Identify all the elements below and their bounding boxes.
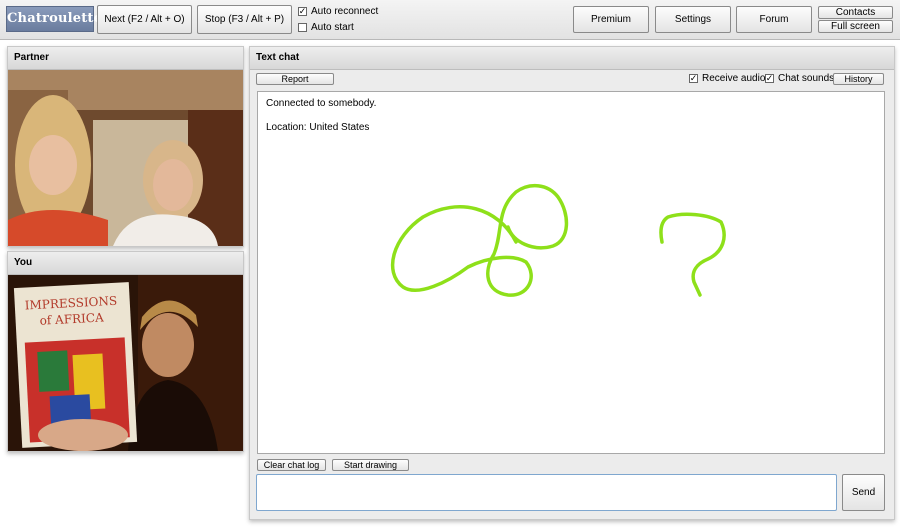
text-chat-title: Text chat [250,47,894,70]
checkmark-icon: ✓ [298,6,307,16]
checkmark-icon: ✓ [765,73,774,83]
stop-button[interactable]: Stop (F3 / Alt + P) [197,5,292,34]
you-panel: You IMPRESSIONS of AFRICA [7,251,244,452]
drawing-canvas[interactable] [258,92,884,453]
partner-video [8,70,243,246]
fullscreen-button[interactable]: Full screen [818,20,893,33]
receive-audio-label: Receive audio [702,73,766,84]
partner-video-frame [8,70,243,246]
settings-button[interactable]: Settings [655,6,731,33]
chat-message-input[interactable] [256,474,837,511]
contacts-button[interactable]: Contacts [818,6,893,19]
receive-audio-checkbox[interactable]: ✓ Receive audio [689,73,765,84]
chat-sounds-label: Chat sounds [778,73,835,84]
self-video: IMPRESSIONS of AFRICA [8,275,243,451]
partner-panel-title: Partner [8,47,243,70]
checkmark-icon: ✓ [689,73,698,83]
chat-sounds-checkbox[interactable]: ✓ Chat sounds [765,73,834,84]
next-button[interactable]: Next (F2 / Alt + O) [97,5,192,34]
auto-reconnect-label: Auto reconnect [311,6,379,17]
drawing-stroke [391,184,569,297]
forum-button[interactable]: Forum [736,6,812,33]
self-video-frame: IMPRESSIONS of AFRICA [8,275,243,451]
top-toolbar: Chatroulette Next (F2 / Alt + O) Stop (F… [0,0,900,40]
you-panel-title: You [8,252,243,275]
report-button[interactable]: Report [256,73,334,85]
checkbox-box[interactable]: ✓ [765,74,774,83]
chatroulette-logo: Chatroulette [6,6,102,32]
history-button[interactable]: History [833,73,884,85]
clear-chat-log-button[interactable]: Clear chat log [257,459,326,471]
partner-panel: Partner [7,46,244,247]
checkbox-box[interactable]: ✓ [689,74,698,83]
send-button[interactable]: Send [842,474,885,511]
chat-log[interactable]: Connected to somebody. Location: United … [257,91,885,454]
checkbox-box[interactable] [298,23,307,32]
premium-button[interactable]: Premium [573,6,649,33]
auto-reconnect-checkbox[interactable]: ✓ Auto reconnect [298,6,378,17]
auto-start-checkbox[interactable]: Auto start [298,22,354,33]
drawing-question-stroke [659,212,726,297]
auto-start-label: Auto start [311,22,354,33]
start-drawing-button[interactable]: Start drawing [332,459,409,471]
checkbox-box[interactable]: ✓ [298,7,307,16]
